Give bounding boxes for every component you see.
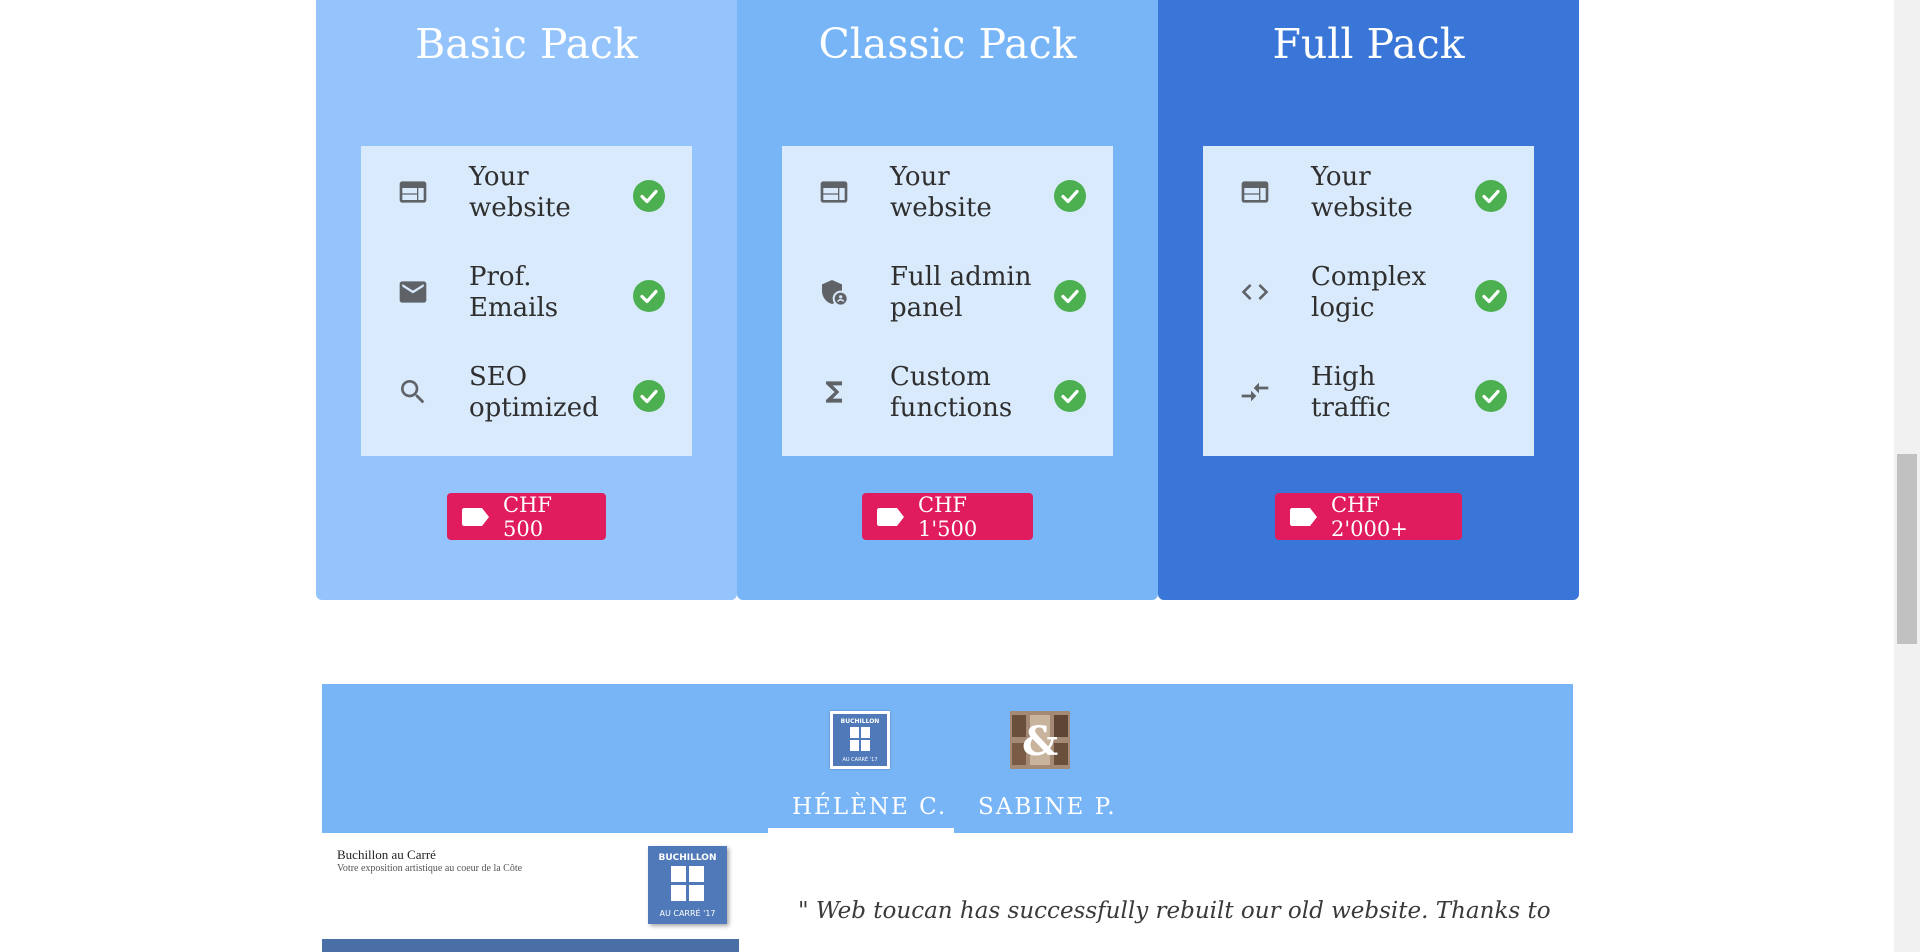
feature-label: Custom functions bbox=[890, 362, 1013, 423]
card-title: Full Pack bbox=[1272, 20, 1465, 68]
feature-item: Your website bbox=[361, 146, 692, 236]
svg-text:&: & bbox=[1022, 718, 1058, 765]
card-title: Classic Pack bbox=[818, 20, 1077, 68]
preview-logo-bottom: AU CARRÉ '17 bbox=[659, 907, 715, 918]
price-button[interactable]: CHF 1'500 bbox=[862, 492, 1033, 541]
avatar-logo-top: BUCHILLON bbox=[841, 718, 880, 725]
feature-list: Your website Prof. Emails SEO optimized bbox=[361, 146, 692, 456]
tab-sabine[interactable]: SABINE P. bbox=[978, 794, 1117, 820]
feature-label: Your website bbox=[890, 162, 992, 223]
feature-item: Your website bbox=[1203, 146, 1534, 236]
tag-icon bbox=[1289, 506, 1319, 528]
check-icon bbox=[633, 280, 665, 312]
buchillon-logo-icon: BUCHILLON AU CARRÉ '17 bbox=[833, 714, 887, 766]
feature-item: Your website bbox=[782, 146, 1113, 236]
scrollbar-thumb[interactable] bbox=[1897, 454, 1917, 644]
compare-arrows-icon bbox=[1239, 376, 1271, 408]
avatar-helene[interactable]: BUCHILLON AU CARRÉ '17 bbox=[830, 711, 890, 769]
admin-shield-icon bbox=[818, 276, 850, 308]
page-scrollbar[interactable] bbox=[1894, 0, 1920, 952]
mail-icon bbox=[397, 276, 429, 308]
web-icon bbox=[397, 176, 429, 208]
preview-site-subtitle: Votre exposition artistique au coeur de … bbox=[337, 863, 523, 874]
feature-label: High traffic bbox=[1311, 362, 1391, 423]
testimonial-tabs: BUCHILLON AU CARRÉ '17 & HÉLÈNE C. SABIN… bbox=[322, 684, 1573, 833]
price-button[interactable]: CHF 500 bbox=[447, 492, 606, 541]
preview-site-title: Buchillon au Carré bbox=[337, 847, 436, 862]
check-icon bbox=[1054, 280, 1086, 312]
price-label: CHF 2'000+ bbox=[1331, 492, 1408, 541]
pricing-card-full: Full Pack Your website Complex logic Hig… bbox=[1158, 0, 1579, 600]
code-icon bbox=[1239, 276, 1271, 308]
check-icon bbox=[1475, 280, 1507, 312]
search-icon bbox=[397, 376, 429, 408]
card-title: Basic Pack bbox=[415, 20, 638, 68]
tab-helene[interactable]: HÉLÈNE C. bbox=[792, 794, 947, 820]
web-icon bbox=[818, 176, 850, 208]
check-icon bbox=[1054, 180, 1086, 212]
web-icon bbox=[1239, 176, 1271, 208]
feature-list: Your website Full admin panel Custom fun… bbox=[782, 146, 1113, 456]
feature-label: SEO optimized bbox=[469, 362, 599, 423]
feature-item: Full admin panel bbox=[782, 246, 1113, 336]
feature-label: Prof. Emails bbox=[469, 262, 559, 323]
check-icon bbox=[633, 380, 665, 412]
testimonial-quote: " Web toucan has successfully rebuilt ou… bbox=[798, 898, 1551, 924]
feature-item: Complex logic bbox=[1203, 246, 1534, 336]
avatar-logo-bottom: AU CARRÉ '17 bbox=[842, 755, 877, 763]
ampersand-photo-icon: & bbox=[1010, 711, 1070, 769]
tag-icon bbox=[461, 506, 491, 528]
check-icon bbox=[1054, 380, 1086, 412]
website-preview: Buchillon au Carré Votre exposition arti… bbox=[322, 833, 739, 952]
check-icon bbox=[633, 180, 665, 212]
feature-item: SEO optimized bbox=[361, 346, 692, 436]
feature-item: Custom functions bbox=[782, 346, 1113, 436]
check-icon bbox=[1475, 180, 1507, 212]
check-icon bbox=[1475, 380, 1507, 412]
feature-label: Your website bbox=[469, 162, 571, 223]
pricing-card-basic: Basic Pack Your website Prof. Emails SEO… bbox=[316, 0, 737, 600]
preview-nav-bar bbox=[322, 939, 739, 952]
feature-label: Your website bbox=[1311, 162, 1413, 223]
feature-list: Your website Complex logic High traffic bbox=[1203, 146, 1534, 456]
preview-logo: BUCHILLON AU CARRÉ '17 bbox=[648, 846, 727, 924]
price-button[interactable]: CHF 2'000+ bbox=[1275, 492, 1462, 541]
tag-icon bbox=[876, 506, 906, 528]
feature-item: Prof. Emails bbox=[361, 246, 692, 336]
feature-label: Complex logic bbox=[1311, 262, 1427, 323]
feature-label: Full admin panel bbox=[890, 262, 1032, 323]
feature-item: High traffic bbox=[1203, 346, 1534, 436]
pricing-card-classic: Classic Pack Your website Full admin pan… bbox=[737, 0, 1158, 600]
active-tab-indicator bbox=[768, 828, 954, 833]
price-label: CHF 1'500 bbox=[918, 492, 978, 541]
page: Basic Pack Your website Prof. Emails SEO… bbox=[0, 0, 1894, 952]
price-label: CHF 500 bbox=[503, 492, 552, 541]
avatar-sabine[interactable]: & bbox=[1010, 711, 1070, 769]
sigma-icon bbox=[818, 376, 850, 408]
preview-logo-top: BUCHILLON bbox=[659, 853, 717, 863]
